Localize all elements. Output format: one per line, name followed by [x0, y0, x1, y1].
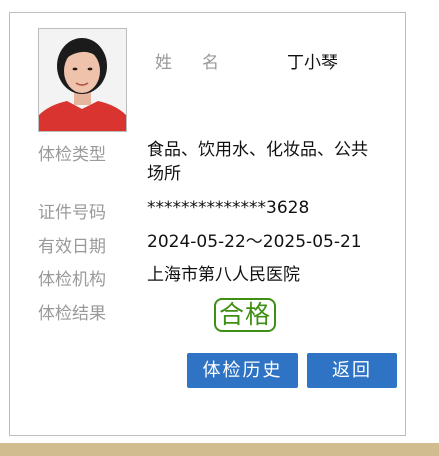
- exam-type-value: 食品、饮用水、化妆品、公共场所: [147, 140, 368, 184]
- exam-type-label: 体检类型: [38, 145, 106, 165]
- valid-date-value: 2024-05-22～2025-05-21: [147, 232, 362, 252]
- bottom-decorative-strip: [0, 443, 439, 456]
- exam-history-button[interactable]: 体检历史: [187, 353, 298, 388]
- id-number-label: 证件号码: [38, 203, 106, 223]
- name-value: 丁小琴: [287, 53, 338, 73]
- result-badge: 合格: [214, 298, 276, 332]
- id-photo: [38, 28, 127, 132]
- exam-institution-label: 体检机构: [38, 270, 106, 290]
- id-number-value: **************3628: [147, 198, 310, 218]
- portrait-image: [39, 29, 126, 131]
- valid-date-label: 有效日期: [38, 237, 106, 257]
- name-label: 姓名: [155, 53, 249, 73]
- exam-result-label: 体检结果: [38, 304, 106, 324]
- health-certificate-card: 姓名 丁小琴 体检类型 食品、饮用水、化妆品、公共场所 证件号码 *******…: [9, 12, 406, 436]
- back-button[interactable]: 返回: [307, 353, 397, 388]
- exam-institution-value: 上海市第八人民医院: [147, 265, 300, 285]
